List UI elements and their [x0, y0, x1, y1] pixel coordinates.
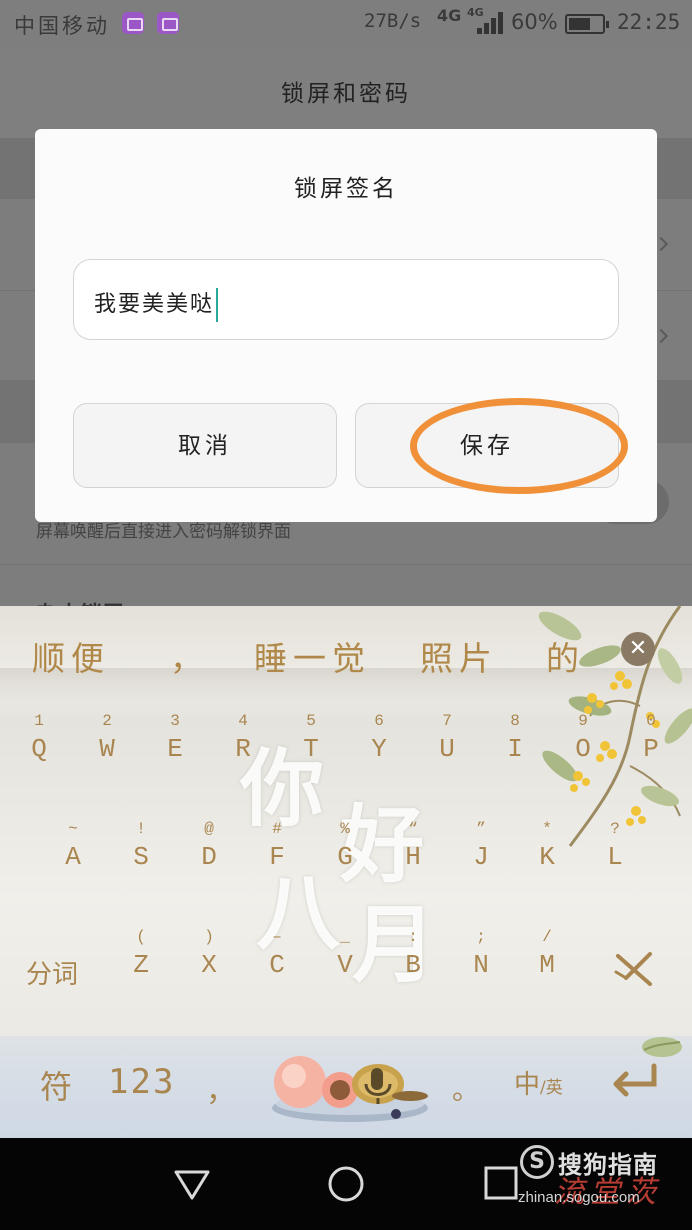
key-c[interactable]: – C [252, 926, 302, 982]
net-speed: 27B/s [364, 10, 422, 32]
key-b[interactable]: :B [388, 926, 438, 982]
language-switch-key[interactable]: 中/英 [514, 1064, 563, 1101]
signature-input-value: 我要美美哒 [94, 292, 215, 317]
segment-key[interactable]: 分词 [26, 954, 78, 991]
key-r[interactable]: 4R [218, 710, 268, 766]
home-icon[interactable] [326, 1164, 366, 1204]
dialog-title: 锁屏签名 [294, 176, 398, 202]
key-y[interactable]: 6Y [354, 710, 404, 766]
key-j[interactable]: ” J [456, 818, 506, 874]
key-f[interactable]: # F [252, 818, 302, 874]
key-o[interactable]: 9O [558, 710, 608, 766]
battery-percent: 60% [511, 10, 558, 34]
enter-icon[interactable] [610, 1062, 662, 1098]
backspace-icon[interactable] [612, 950, 656, 990]
space-key[interactable] [270, 1038, 440, 1128]
page-title: 锁屏和密码 [0, 48, 692, 138]
lang-cn-label: 中 [514, 1070, 541, 1100]
cancel-button[interactable]: 取消 [73, 403, 337, 488]
key-z[interactable]: (Z [116, 926, 166, 982]
watermark-url: zhinan.sogou.com [518, 1189, 640, 1206]
key-q[interactable]: 1Q [14, 710, 64, 766]
text-cursor [216, 288, 219, 322]
candidate-word[interactable]: 睡一觉 [254, 632, 371, 680]
leaf-decoration [640, 1034, 684, 1060]
key-m[interactable]: / M [522, 926, 572, 982]
microphone-icon[interactable] [362, 1068, 384, 1100]
sogou-logo-icon: S [520, 1145, 554, 1179]
highlight-circle-annotation [410, 398, 628, 494]
key-v[interactable]: _ V [320, 926, 370, 982]
lang-en-label: /英 [540, 1078, 563, 1098]
soft-keyboard: 顺便 ， 睡一觉 照片 的 ✕ 你 好 八 月 1Q 2W 3E 4R 5T 6… [0, 606, 692, 1138]
candidate-word[interactable]: 照片 [420, 632, 498, 680]
candidate-word[interactable]: 顺便 [32, 632, 110, 680]
settings-row[interactable]: 杂志锁屏 [0, 564, 692, 628]
comma-key[interactable]: ， [206, 1066, 236, 1110]
key-x[interactable]: ) X [184, 926, 234, 982]
key-p[interactable]: 0P [626, 710, 676, 766]
key-i[interactable]: 8I [490, 710, 540, 766]
close-candidates-icon[interactable]: ✕ [621, 632, 655, 666]
carrier-label: 中国移动 [14, 14, 110, 38]
battery-icon [565, 14, 609, 34]
key-s[interactable]: ! S [116, 818, 166, 874]
key-n[interactable]: ; N [456, 926, 506, 982]
clock: 22:25 [617, 10, 681, 34]
key-w[interactable]: 2W [82, 710, 132, 766]
key-a[interactable]: ~ A [48, 818, 98, 874]
candidate-word[interactable]: 的 [546, 632, 585, 680]
symbol-key[interactable]: 符 [40, 1062, 72, 1108]
keyboard-notification-icon [122, 12, 144, 34]
key-k[interactable]: * K [522, 818, 572, 874]
key-u[interactable]: 7U [422, 710, 472, 766]
period-key[interactable]: 。 [452, 1068, 480, 1108]
sogou-watermark: S 搜狗指南 流堂茨 zhinan.sogou.com [514, 1143, 686, 1223]
back-icon[interactable] [172, 1164, 212, 1204]
key-e[interactable]: 3E [150, 710, 200, 766]
network-type-label: 4G [437, 6, 462, 25]
key-t[interactable]: 5T [286, 710, 336, 766]
signal-icon [477, 12, 505, 34]
gallery-notification-icon [157, 12, 179, 34]
key-h[interactable]: “H [388, 818, 438, 874]
number-key[interactable]: 123 [108, 1062, 175, 1102]
key-d[interactable]: @ D [184, 818, 234, 874]
key-l[interactable]: ? L [590, 818, 640, 874]
candidate-word[interactable]: ， [170, 632, 209, 680]
status-bar: 中国移动 27B/s 4G 4G 60% 22:25 [0, 0, 692, 48]
key-g[interactable]: % G [320, 818, 370, 874]
signature-input[interactable]: 我要美美哒 [73, 259, 619, 340]
